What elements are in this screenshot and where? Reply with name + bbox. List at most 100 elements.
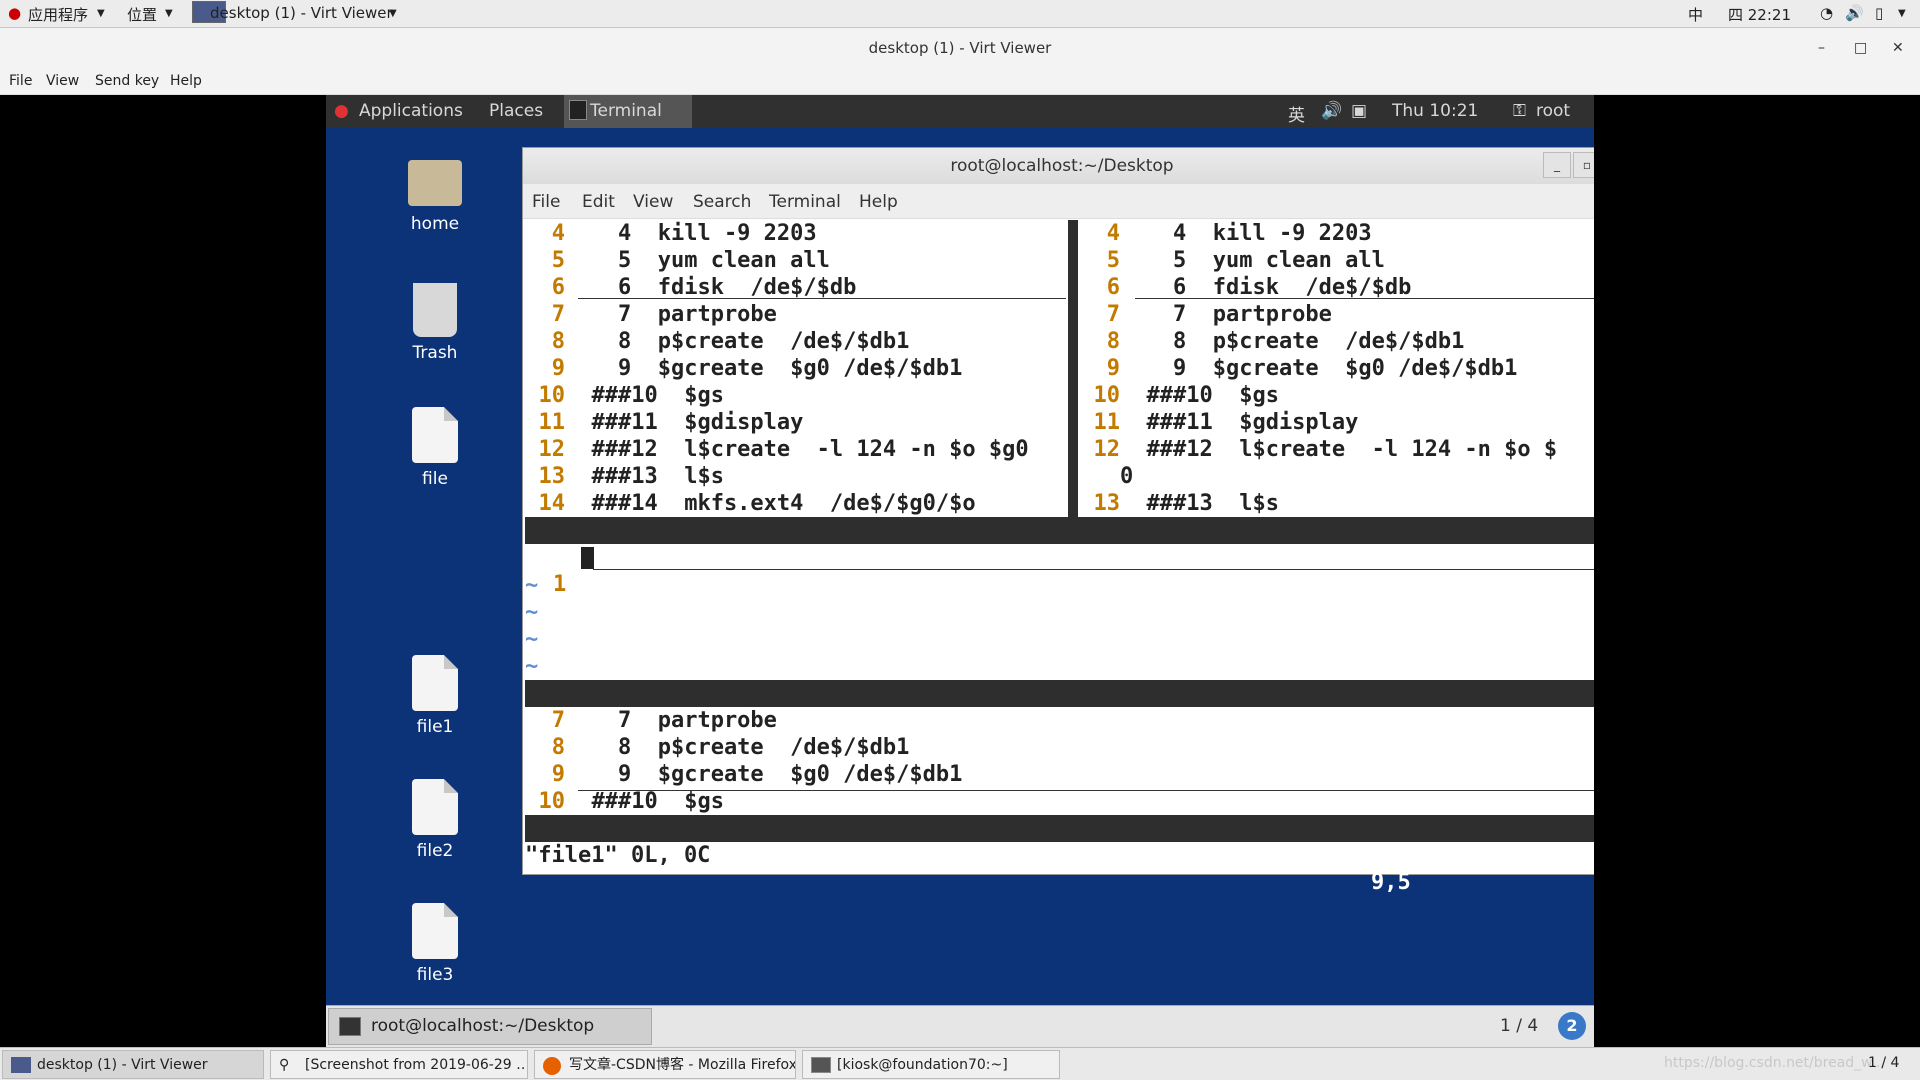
desktop-icon-file3[interactable]: file3 [385, 903, 485, 985]
host-task-screenshot[interactable]: ⚲ [Screenshot from 2019-06-29 … [270, 1050, 528, 1079]
minimize-icon[interactable]: _ [1543, 152, 1571, 178]
terminal-window[interactable]: root@localhost:~/Desktop _ ▫ File Edit V… [522, 147, 1594, 895]
host-clock[interactable]: 四 22:21 [1728, 4, 1791, 25]
minimize-icon[interactable]: – [1818, 28, 1825, 68]
terminal-menu-edit[interactable]: Edit [582, 192, 615, 212]
editor-line[interactable]: 10 ###10 $gs [525, 382, 1068, 409]
guest-clock[interactable]: Thu 10:21 [1392, 101, 1478, 121]
maximize-icon[interactable]: ▫ [1573, 152, 1594, 178]
terminal-menu-help[interactable]: Help [859, 192, 898, 212]
host-task-terminal[interactable]: [kiosk@foundation70:~] [802, 1050, 1060, 1079]
document-icon [412, 903, 458, 959]
host-workspace[interactable]: 1 / 4 [1868, 1055, 1899, 1071]
editor-line[interactable]: 14 ###14 mkfs.ext4 /de$/$g0/$o [525, 490, 1068, 517]
line-number: 7 [1106, 302, 1120, 327]
viewer-menu-help[interactable]: Help [170, 73, 202, 89]
line-text: ###12 l$create -l 124 -n $o $g0 [565, 437, 1029, 462]
editor-line[interactable]: 9 9 $gcreate $g0 /de$/$db1 [1080, 355, 1594, 382]
status-line-top: file 6,5 1% file 6,5 1 [525, 517, 1594, 678]
editor-line[interactable]: 6 6 fdisk /de$/$db [1080, 274, 1594, 301]
viewer-menu-sendkey[interactable]: Send key [95, 73, 159, 89]
wifi-icon[interactable]: ◔ [1820, 4, 1833, 22]
editor-line[interactable]: 6 6 fdisk /de$/$db [525, 274, 1068, 301]
desktop-icon-home[interactable]: home [385, 160, 485, 234]
editor-line[interactable]: 0 [1080, 463, 1594, 490]
line-number: 10 [538, 789, 566, 814]
desktop-icon-trash[interactable]: Trash [385, 283, 485, 363]
maximize-icon[interactable]: □ [1854, 28, 1867, 68]
terminal-menu-view[interactable]: View [633, 192, 673, 212]
host-window-list[interactable]: desktop (1) - Virt Viewer [210, 4, 393, 22]
close-icon[interactable]: ✕ [1892, 28, 1904, 68]
vertical-split-bar[interactable] [1068, 220, 1078, 517]
guest-places-menu[interactable]: Places [489, 101, 543, 121]
line-number: 5 [551, 248, 565, 273]
editor-line[interactable]: 8 8 p$create /de$/$db1 [1080, 328, 1594, 355]
desktop-icon-file[interactable]: file [385, 407, 485, 489]
line-number: 13 [538, 464, 566, 489]
desktop-icon-label: file3 [416, 965, 454, 985]
guest-task-label: root@localhost:~/Desktop [371, 1016, 595, 1036]
guest-applications-menu[interactable]: Applications [359, 101, 463, 121]
editor-line[interactable]: 9 9 $gcreate $g0 /de$/$db1 [525, 355, 1068, 382]
editor-line[interactable]: 1 [525, 544, 1594, 597]
viewer-menu-view[interactable]: View [46, 73, 79, 89]
host-task-virt-viewer[interactable]: desktop (1) - Virt Viewer [2, 1050, 264, 1079]
desktop-icon-label: file1 [416, 717, 454, 737]
editor-line[interactable]: 4 4 kill -9 2203 [525, 220, 1068, 247]
desktop-icon-file2[interactable]: file2 [385, 779, 485, 861]
volume-icon[interactable]: 🔊 [1845, 4, 1864, 22]
desktop-icon-label: file2 [416, 841, 454, 861]
editor-line[interactable]: 5 5 yum clean all [525, 247, 1068, 274]
host-ime[interactable]: 中 [1688, 4, 1703, 25]
editor-line[interactable]: 7 7 partprobe [525, 707, 1594, 734]
terminal-menu-search[interactable]: Search [693, 192, 751, 212]
host-task-firefox[interactable]: 写文章-CSDN博客 - Mozilla Firefox [534, 1050, 796, 1079]
host-apps-menu[interactable]: 应用程序 [28, 4, 88, 25]
editor-line[interactable]: 7 7 partprobe [525, 301, 1068, 328]
guest-ime[interactable]: 英 [1288, 101, 1305, 126]
editor-line[interactable]: 10 ###10 $gs [1080, 382, 1594, 409]
cursorline-right [1135, 298, 1594, 299]
terminal-titlebar[interactable]: root@localhost:~/Desktop _ ▫ [523, 148, 1594, 184]
editor-line[interactable]: 9 9 $gcreate $g0 /de$/$db1 [525, 761, 1594, 788]
empty-line-marker: ~ [525, 627, 539, 652]
editor-line[interactable]: 13 ###13 l$s [525, 463, 1068, 490]
viewer-menu-file[interactable]: File [9, 73, 32, 89]
editor-line[interactable]: 11 ###11 $gdisplay [525, 409, 1068, 436]
terminal-menu-terminal[interactable]: Terminal [769, 192, 841, 212]
terminal-menu-file[interactable]: File [532, 192, 560, 212]
terminal-title: root@localhost:~/Desktop [950, 156, 1174, 176]
desktop-icon-file1[interactable]: file1 [385, 655, 485, 737]
desktop-icon-label: Trash [412, 343, 458, 363]
editor-line[interactable]: 8 8 p$create /de$/$db1 [525, 734, 1594, 761]
terminal-icon [569, 100, 587, 120]
editor-line[interactable]: 4 4 kill -9 2203 [1080, 220, 1594, 247]
volume-icon[interactable]: 🔊 [1321, 101, 1342, 121]
battery-icon[interactable]: ▯ [1875, 4, 1883, 22]
line-text: 4 kill -9 2203 [565, 221, 817, 246]
editor-line[interactable]: 13 ###13 l$s [1080, 490, 1594, 517]
network-icon[interactable]: ▣ [1351, 101, 1367, 121]
host-places-menu[interactable]: 位置 [127, 4, 157, 25]
notification-badge-icon[interactable]: 2 [1558, 1012, 1586, 1040]
status-filename: file [1083, 626, 1136, 651]
line-number: 6 [1106, 275, 1120, 300]
editor-line[interactable]: 11 ###11 $gdisplay [1080, 409, 1594, 436]
line-text: ###10 $gs [565, 383, 724, 408]
guest-task-terminal[interactable]: root@localhost:~/Desktop [328, 1008, 652, 1045]
editor-line[interactable]: 12 ###12 l$create -l 124 -n $o $ [1080, 436, 1594, 463]
editor-line[interactable]: 8 8 p$create /de$/$db1 [525, 328, 1068, 355]
editor-line[interactable]: 7 7 partprobe [1080, 301, 1594, 328]
redhat-icon[interactable]: ● [8, 4, 21, 22]
host-task-label: [Screenshot from 2019-06-29 … [305, 1057, 528, 1073]
editor-line[interactable]: 5 5 yum clean all [1080, 247, 1594, 274]
guest-user-menu[interactable]: root [1536, 101, 1570, 121]
magnifier-icon: ⚲ [279, 1057, 290, 1073]
line-number: 9 [551, 356, 565, 381]
guest-workspace[interactable]: 1 / 4 [1500, 1016, 1538, 1036]
vim-editor[interactable]: 4 4 kill -9 2203 5 5 yum clean all 6 6 fdi… [523, 220, 1594, 895]
editor-line[interactable]: 10 ###10 $gs [525, 788, 1594, 815]
command-line[interactable]: "file1" 0L, 0C [525, 842, 710, 869]
editor-line[interactable]: 12 ###12 l$create -l 124 -n $o $g0 [525, 436, 1068, 463]
